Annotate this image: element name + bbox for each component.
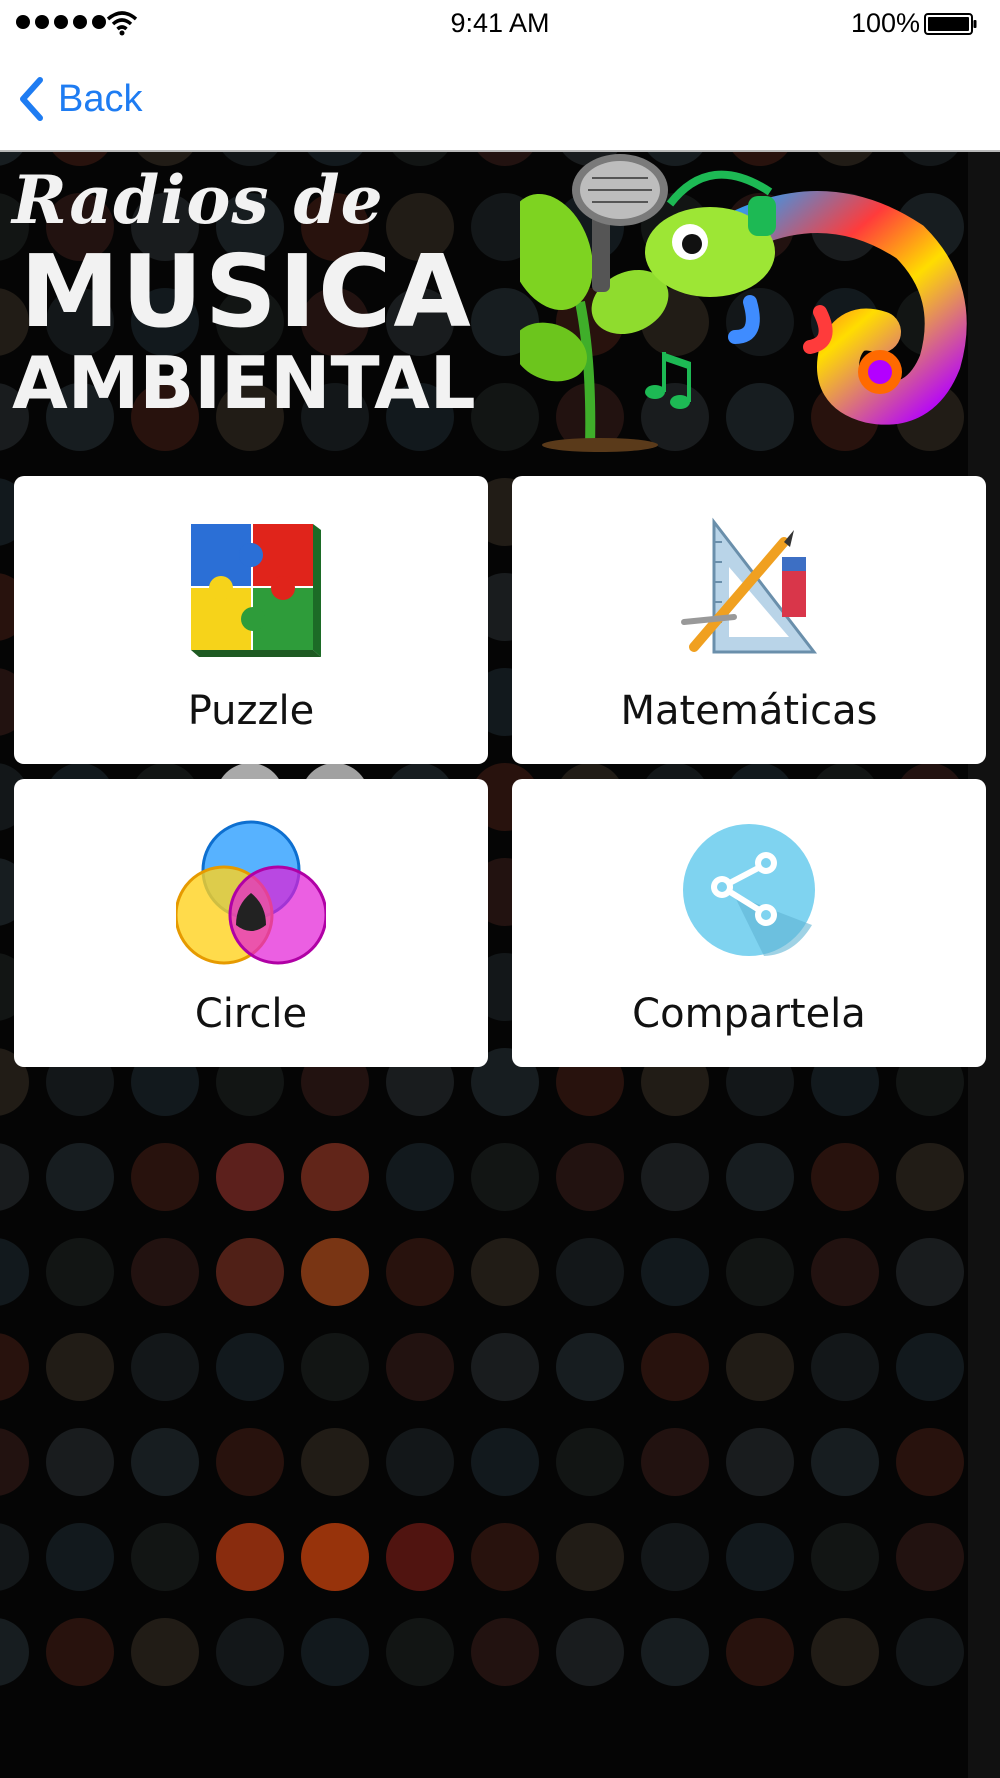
- bokeh-dot: [726, 1618, 794, 1686]
- bokeh-dot: [811, 1333, 879, 1401]
- bokeh-dot: [896, 1428, 964, 1496]
- menu-tile-circle[interactable]: Circle: [14, 779, 488, 1067]
- share-icon: [683, 824, 815, 956]
- bokeh-dot: [386, 1238, 454, 1306]
- math-tools-icon: [681, 517, 818, 654]
- bokeh-dot: [471, 1143, 539, 1211]
- bokeh-dot: [811, 1143, 879, 1211]
- bokeh-dot: [811, 1618, 879, 1686]
- bokeh-dot: [386, 1428, 454, 1496]
- banner-line-1: Radios de: [12, 161, 384, 239]
- bokeh-dot: [0, 1428, 29, 1496]
- bokeh-dot: [726, 1333, 794, 1401]
- bokeh-dot: [0, 1333, 29, 1401]
- bokeh-dot: [131, 1238, 199, 1306]
- main-content: Radios de MUSICA AMBIENTAL Puzzle Matemá…: [0, 152, 1000, 1778]
- bokeh-dot: [131, 1143, 199, 1211]
- bokeh-dot: [386, 1523, 454, 1591]
- status-bar: 9:41 AM 100%: [0, 0, 1000, 48]
- bokeh-dot: [386, 1618, 454, 1686]
- bokeh-dot: [46, 1238, 114, 1306]
- bokeh-dot: [216, 1143, 284, 1211]
- puzzle-icon: [191, 524, 321, 657]
- bokeh-dot: [726, 1238, 794, 1306]
- bokeh-dot: [896, 1238, 964, 1306]
- bokeh-dot: [556, 1333, 624, 1401]
- bokeh-dot: [0, 1143, 29, 1211]
- bokeh-dot: [471, 1238, 539, 1306]
- bokeh-dot: [131, 1428, 199, 1496]
- bokeh-dot: [0, 1618, 29, 1686]
- bokeh-dot: [641, 1428, 709, 1496]
- bokeh-dot: [46, 1143, 114, 1211]
- bokeh-dot: [896, 1523, 964, 1591]
- menu-tile-puzzle[interactable]: Puzzle: [14, 476, 488, 764]
- chevron-left-icon: [20, 77, 43, 121]
- bokeh-dot: [556, 1618, 624, 1686]
- bokeh-dot: [896, 1333, 964, 1401]
- banner-title: Radios de MUSICA AMBIENTAL: [12, 160, 476, 422]
- menu-tile-label: Puzzle: [187, 688, 315, 734]
- bokeh-dot: [46, 1618, 114, 1686]
- bokeh-dot: [216, 1523, 284, 1591]
- bokeh-dot: [301, 1238, 369, 1306]
- bokeh-dot: [471, 1523, 539, 1591]
- bokeh-dot: [46, 1523, 114, 1591]
- bokeh-dot: [641, 1238, 709, 1306]
- bokeh-dot: [726, 1428, 794, 1496]
- menu-tile-label: Circle: [194, 991, 308, 1037]
- bokeh-dot: [301, 1333, 369, 1401]
- bokeh-dot: [131, 1523, 199, 1591]
- bokeh-dot: [0, 1523, 29, 1591]
- bokeh-dot: [216, 1333, 284, 1401]
- bokeh-dot: [726, 1143, 794, 1211]
- bokeh-dot: [386, 1333, 454, 1401]
- bokeh-dot: [301, 1428, 369, 1496]
- back-button[interactable]: Back: [18, 76, 142, 122]
- bokeh-dot: [811, 1428, 879, 1496]
- back-button-label: Back: [58, 77, 143, 120]
- bokeh-dot: [556, 1238, 624, 1306]
- bokeh-dot: [641, 1333, 709, 1401]
- bokeh-dot: [46, 1428, 114, 1496]
- bokeh-dot: [471, 1333, 539, 1401]
- bokeh-dot: [131, 1618, 199, 1686]
- menu-tile-label: Compartela: [632, 991, 866, 1037]
- bokeh-dot: [556, 1143, 624, 1211]
- bokeh-dot: [0, 1238, 29, 1306]
- bokeh-dot: [726, 1523, 794, 1591]
- banner-line-3: AMBIENTAL: [12, 341, 476, 425]
- navigation-bar: Back: [0, 48, 1000, 152]
- bokeh-dot: [556, 1428, 624, 1496]
- bokeh-dot: [386, 1143, 454, 1211]
- bokeh-dot: [811, 1523, 879, 1591]
- bokeh-dot: [811, 1238, 879, 1306]
- header-banner: Radios de MUSICA AMBIENTAL: [0, 152, 968, 452]
- bokeh-dot: [471, 1428, 539, 1496]
- bokeh-dot: [896, 1143, 964, 1211]
- app-screen: 9:41 AM 100% Back Radios de MUSICA AMBIE…: [0, 0, 1000, 1778]
- bokeh-dot: [471, 1618, 539, 1686]
- bokeh-dot: [896, 1618, 964, 1686]
- bokeh-dot: [641, 1618, 709, 1686]
- bokeh-dot: [641, 1523, 709, 1591]
- bokeh-dot: [301, 1143, 369, 1211]
- bokeh-dot: [131, 1333, 199, 1401]
- bokeh-dot: [216, 1618, 284, 1686]
- battery-icon: [924, 13, 977, 35]
- bokeh-dot: [301, 1523, 369, 1591]
- banner-line-2: MUSICA: [20, 233, 473, 350]
- chameleon-microphone-illustration: [520, 154, 967, 452]
- bokeh-dot: [46, 1333, 114, 1401]
- battery-percentage: 100%: [850, 8, 920, 38]
- color-circles-icon: [176, 820, 326, 965]
- menu-tile-label: Matemáticas: [620, 688, 878, 734]
- bokeh-dot: [216, 1238, 284, 1306]
- menu-tile-compartela[interactable]: Compartela: [512, 779, 986, 1067]
- bokeh-dot: [641, 1143, 709, 1211]
- bokeh-dot: [556, 1523, 624, 1591]
- bokeh-dot: [301, 1618, 369, 1686]
- menu-tile-matematicas[interactable]: Matemáticas: [512, 476, 986, 764]
- bokeh-dot: [216, 1428, 284, 1496]
